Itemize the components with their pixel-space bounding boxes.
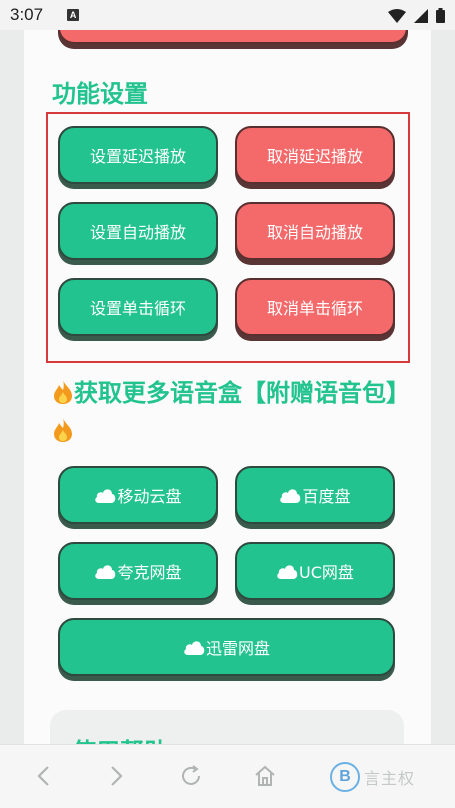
back-button[interactable] bbox=[28, 761, 58, 791]
promo-title: 获取更多语音盒【附赠语音包】 bbox=[52, 374, 412, 450]
home-button[interactable] bbox=[250, 761, 280, 791]
quark-pan-label: 夸克网盘 bbox=[117, 563, 182, 582]
cloud-icon bbox=[184, 641, 205, 655]
refresh-icon bbox=[182, 765, 200, 785]
fire-icon bbox=[54, 380, 72, 404]
xunlei-pan-button[interactable]: 迅雷网盘 bbox=[58, 618, 395, 676]
baidu-pan-label: 百度盘 bbox=[302, 487, 351, 506]
promo-title-text: 获取更多语音盒【附赠语音包】 bbox=[74, 379, 410, 407]
wifi-icon bbox=[388, 8, 406, 23]
xunlei-pan-label: 迅雷网盘 bbox=[205, 639, 270, 658]
mobile-cloud-button[interactable]: 移动云盘 bbox=[58, 466, 218, 524]
cloud-icon bbox=[95, 565, 116, 579]
forward-icon bbox=[111, 766, 123, 786]
set-auto-play-button[interactable]: 设置自动播放 bbox=[58, 202, 218, 260]
watermark-logo: B bbox=[330, 762, 360, 792]
quark-pan-button[interactable]: 夸克网盘 bbox=[58, 542, 218, 600]
cloud-icon bbox=[277, 565, 298, 579]
cancel-click-loop-button[interactable]: 取消单击循环 bbox=[235, 278, 395, 336]
status-icons bbox=[388, 8, 445, 23]
uc-pan-button[interactable]: UC网盘 bbox=[235, 542, 395, 600]
home-icon bbox=[255, 765, 275, 786]
mobile-cloud-label: 移动云盘 bbox=[117, 487, 182, 506]
notification-icon: A bbox=[67, 9, 80, 21]
section-title-settings: 功能设置 bbox=[52, 80, 148, 108]
back-icon bbox=[37, 766, 49, 786]
uc-pan-label: UC网盘 bbox=[299, 563, 354, 582]
browser-nav-bar: B 言主权 bbox=[0, 744, 455, 808]
watermark: B 言主权 bbox=[330, 759, 440, 795]
status-time: 3:07 bbox=[10, 5, 44, 24]
cancel-auto-play-button[interactable]: 取消自动播放 bbox=[235, 202, 395, 260]
cloud-icon bbox=[280, 489, 301, 503]
baidu-pan-button[interactable]: 百度盘 bbox=[235, 466, 395, 524]
help-title: 使用帮助 bbox=[72, 732, 168, 744]
forward-button[interactable] bbox=[102, 761, 132, 791]
set-delay-play-button[interactable]: 设置延迟播放 bbox=[58, 126, 218, 184]
fire-icon bbox=[54, 418, 72, 442]
top-partial-button[interactable] bbox=[58, 30, 408, 44]
refresh-button[interactable] bbox=[176, 761, 206, 791]
help-card: 使用帮助 bbox=[50, 710, 404, 744]
watermark-text: 言主权 bbox=[364, 769, 416, 788]
cancel-delay-play-button[interactable]: 取消延迟播放 bbox=[235, 126, 395, 184]
set-click-loop-button[interactable]: 设置单击循环 bbox=[58, 278, 218, 336]
status-bar: 3:07 A bbox=[0, 0, 455, 30]
battery-icon bbox=[436, 8, 445, 23]
cloud-icon bbox=[95, 489, 116, 503]
page-content: 功能设置 设置延迟播放 取消延迟播放 设置自动播放 取消自动播放 设置单击循环 … bbox=[24, 30, 431, 744]
signal-icon bbox=[414, 8, 428, 23]
